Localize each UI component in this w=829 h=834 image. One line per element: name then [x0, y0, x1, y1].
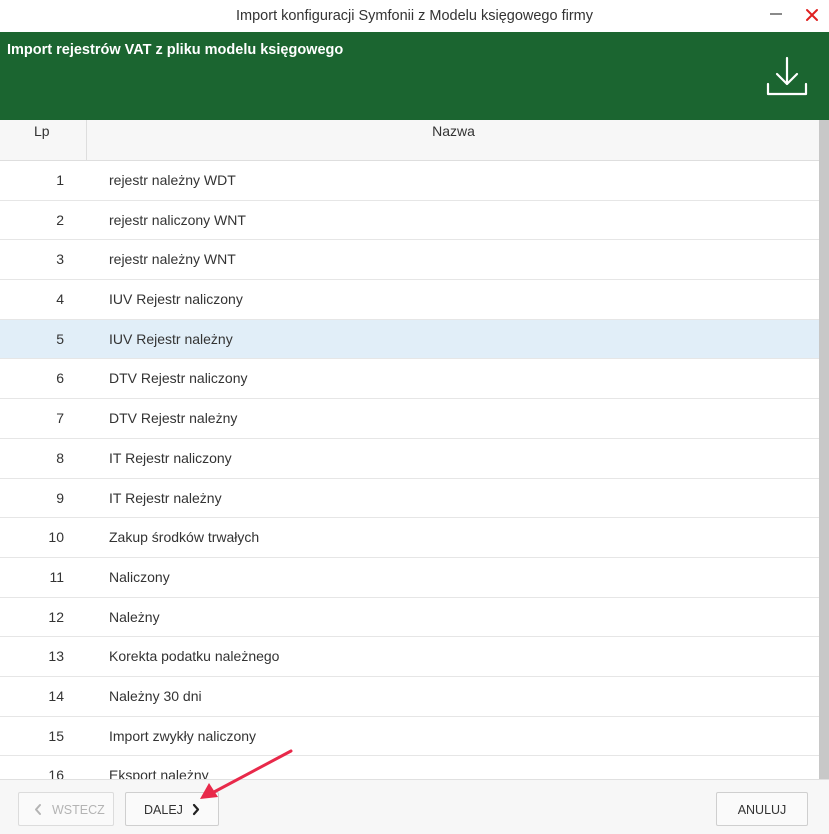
row-lp: 7: [56, 410, 64, 427]
next-button-label: DALEJ: [144, 803, 183, 817]
row-lp: 4: [56, 291, 64, 308]
window-title: Import konfiguracji Symfonii z Modelu ks…: [236, 8, 593, 24]
table-row[interactable]: 10 Zakup środków trwałych: [0, 518, 819, 558]
back-button-label: WSTECZ: [52, 803, 105, 817]
row-name: Zakup środków trwałych: [109, 529, 260, 546]
row-lp: 1: [56, 172, 64, 188]
table-row[interactable]: 5 IUV Rejestr należny: [0, 319, 819, 360]
next-button[interactable]: DALEJ: [125, 792, 219, 826]
registers-grid: Lp Nazwa 1 rejestr należny WDT 2 rejestr na…: [0, 120, 819, 779]
row-lp: 11: [49, 568, 64, 585]
row-name: Korekta podatku należnego: [109, 648, 280, 665]
title-bar: Import konfiguracji Symfonii z Modelu ks…: [0, 0, 829, 32]
vertical-scrollbar[interactable]: [819, 120, 829, 779]
row-name: Naliczony: [109, 568, 170, 585]
table-row[interactable]: 3 rejestr należny WNT: [0, 240, 819, 281]
row-name: IT Rejestr naliczony: [109, 449, 232, 466]
row-lp: 15: [48, 727, 64, 744]
row-name: Należny 30 dni: [109, 687, 202, 704]
row-lp: 13: [48, 648, 64, 665]
banner-heading: Import rejestrów VAT z pliku modelu księ…: [7, 42, 344, 58]
row-name: Eksport należny: [109, 767, 209, 779]
table-row[interactable]: 7 DTV Rejestr należny: [0, 399, 819, 439]
minimize-icon[interactable]: [770, 13, 782, 15]
table-row[interactable]: 16 Eksport należny: [0, 756, 819, 779]
table-row[interactable]: 13 Korekta podatku należnego: [0, 637, 819, 677]
cancel-button[interactable]: ANULUJ: [716, 792, 808, 826]
row-lp: 5: [56, 330, 64, 347]
row-name: IUV Rejestr naliczony: [109, 291, 243, 308]
row-lp: 12: [48, 608, 64, 625]
table-row[interactable]: 1 rejestr należny WDT: [0, 161, 819, 201]
row-lp: 14: [48, 687, 64, 704]
back-button[interactable]: WSTECZ: [18, 792, 114, 826]
row-lp: 8: [56, 449, 64, 466]
grid-rows: 1 rejestr należny WDT 2 rejestr naliczony W…: [0, 161, 819, 779]
row-lp: 9: [56, 489, 64, 506]
column-header-nazwa[interactable]: Nazwa: [88, 120, 819, 160]
row-name: IUV Rejestr należny: [109, 330, 233, 347]
row-lp: 6: [56, 370, 64, 387]
table-row[interactable]: 14 Należny 30 dni: [0, 677, 819, 717]
chevron-left-icon: [35, 804, 41, 815]
table-row[interactable]: 12 Należny: [0, 598, 819, 638]
table-row[interactable]: 9 IT Rejestr należny: [0, 479, 819, 519]
row-name: rejestr naliczony WNT: [109, 211, 246, 228]
row-lp: 2: [56, 211, 64, 228]
row-name: Należny: [109, 608, 160, 625]
row-name: DTV Rejestr należny: [109, 410, 238, 427]
row-lp: 16: [48, 767, 64, 779]
wizard-footer: WSTECZ DALEJ ANULUJ: [0, 779, 829, 834]
grid-header: Lp Nazwa: [0, 120, 819, 161]
table-row[interactable]: 4 IUV Rejestr naliczony: [0, 280, 819, 320]
row-name: rejestr należny WDT: [109, 172, 236, 188]
table-row[interactable]: 2 rejestr naliczony WNT: [0, 201, 819, 241]
table-row[interactable]: 6 DTV Rejestr naliczony: [0, 359, 819, 400]
column-header-lp[interactable]: Lp: [0, 120, 87, 160]
row-name: DTV Rejestr naliczony: [109, 370, 248, 387]
row-name: Import zwykły naliczony: [109, 727, 257, 744]
table-row[interactable]: 11 Naliczony: [0, 558, 819, 598]
table-row[interactable]: 15 Import zwykły naliczony: [0, 717, 819, 757]
row-name: rejestr należny WNT: [109, 251, 236, 268]
chevron-right-icon: [192, 803, 200, 816]
table-row[interactable]: 8 IT Rejestr naliczony: [0, 439, 819, 479]
row-name: IT Rejestr należny: [109, 489, 222, 506]
row-lp: 3: [56, 251, 64, 268]
close-icon[interactable]: [801, 4, 823, 26]
download-icon: [766, 56, 808, 96]
scrollbar-thumb[interactable]: [819, 120, 829, 779]
row-lp: 10: [48, 529, 64, 546]
cancel-button-label: ANULUJ: [737, 803, 787, 817]
header-banner: Import rejestrów VAT z pliku modelu księ…: [0, 32, 829, 120]
